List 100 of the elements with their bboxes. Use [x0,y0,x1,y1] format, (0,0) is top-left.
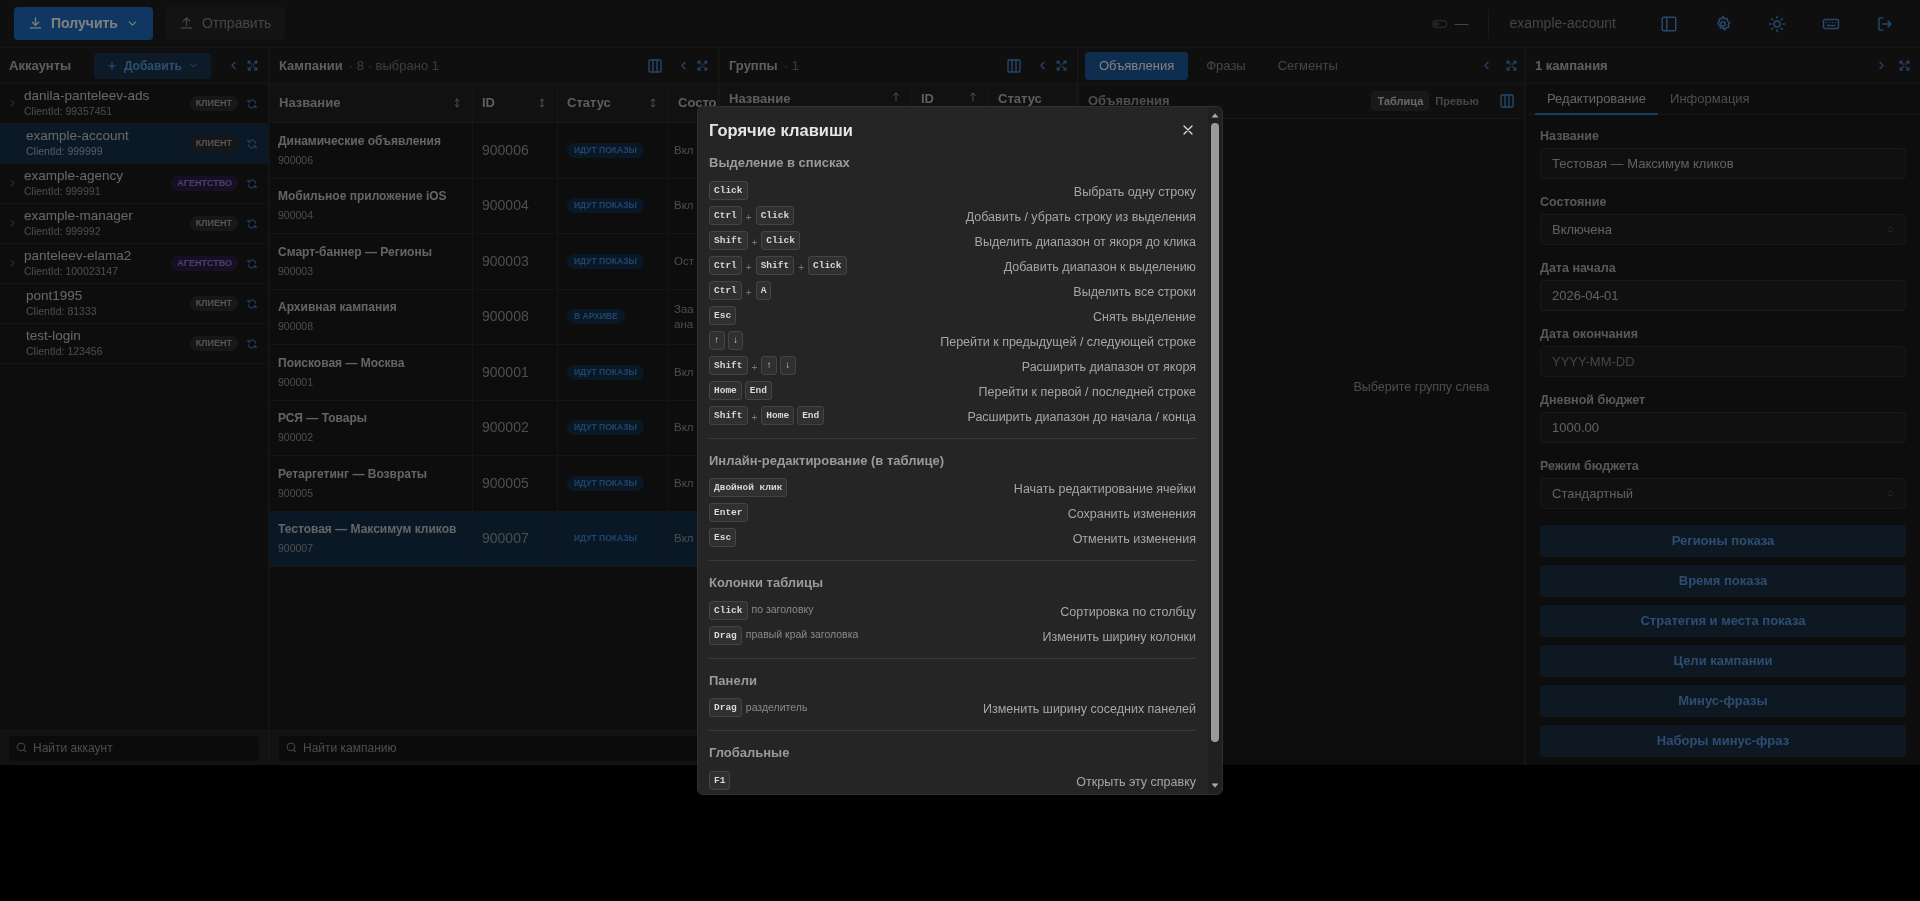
column-header[interactable]: Название [270,84,473,122]
status-tag: ИДУТ ПОКАЗЫ [567,198,644,214]
key-cap: F1 [709,770,731,790]
table-cell-text: 900001 [482,362,529,382]
key-cap: Click [709,180,748,200]
account-row[interactable]: example-agency ClientId: 999991 АГЕНТСТВО [0,164,268,204]
empty-message: Выберите группу слева [1353,378,1490,396]
scrollbar-thumb[interactable] [1211,123,1219,742]
shortcut-description: Сортировка по столбцу [1060,603,1196,621]
refresh-icon[interactable] [246,97,258,110]
scroll-down-icon[interactable] [1210,782,1220,790]
input-field[interactable]: Тестовая — Максимум кликов [1540,148,1906,179]
logout-icon[interactable] [1876,14,1894,33]
campaign-row[interactable]: Поисковая — Москва 900001 900001 ИДУТ ПОКАЗЫ [270,345,669,400]
select-field[interactable]: Включена [1540,214,1906,245]
key-cap: Ctrl [709,280,742,300]
scroll-up-icon[interactable] [1210,111,1220,119]
campaign-row[interactable]: Смарт-баннер — Регионы 900003 900003 ИДУТ ПОКАЗЫ [270,234,669,289]
campaign-row[interactable]: РСЯ — Товары 900002 900002 ИДУТ ПОКАЗЫ [270,400,669,455]
campaign-row[interactable]: Архивная кампания 900008 900008 В АРХИВЕ [270,289,669,344]
key-cap: Ctrl [709,255,742,275]
expand-icon[interactable] [696,59,709,72]
shortcut-description: Перейти к предыдущей / следующей строке [940,333,1196,351]
column-header[interactable]: ID [473,84,558,122]
section-title: Объявления [1088,92,1170,111]
fetch-button[interactable]: Получить [14,7,153,40]
key-cap: ↓ [727,330,744,350]
account-name: example-account [26,127,130,145]
sidebar-icon[interactable] [1660,14,1678,33]
columns-icon[interactable] [647,57,663,74]
account-type-tag: КЛИЕНТ [189,136,238,151]
refresh-icon[interactable] [246,217,258,230]
input-field[interactable]: 2026-04-01 [1540,280,1906,311]
expand-icon[interactable] [1898,59,1911,72]
table-cell: Заа ана [674,301,695,332]
account-row[interactable]: test-login ClientId: 123456 КЛИЕНТ [0,324,268,364]
expand-icon[interactable] [1055,59,1068,72]
tab[interactable]: Информация [1658,84,1762,115]
refresh-icon[interactable] [246,137,258,150]
hint-text: разделитель [745,699,808,715]
key-cap: Home [709,380,742,400]
key-cap: Click [709,600,748,620]
columns-icon[interactable] [1499,93,1515,109]
column-header[interactable]: Статус [558,84,669,122]
table-cell: Вкл [674,475,695,491]
hint-text: правый край заголовка [745,627,859,643]
campaign-row[interactable]: Динамические объявления 900006 900006 ИДУТ ПОКАЗЫ [270,123,669,178]
settings-icon[interactable] [1714,14,1732,33]
plus-sign: + [745,260,752,275]
sun-icon[interactable] [1768,14,1786,33]
campaign-id: 900001 [278,374,314,390]
account-row[interactable]: example-account ClientId: 999999 КЛИЕНТ [0,124,268,164]
table-cell-text: 900007 [482,529,529,549]
search-field[interactable]: Найти аккаунт [9,735,259,761]
campaign-id: 900007 [278,541,314,557]
table-cell: Вкл [674,142,695,158]
panel-title: Группы [729,56,778,75]
action-button[interactable]: Время показа [1540,565,1906,597]
panel-title: 1 кампания [1535,56,1608,75]
shortcut-description: Изменить ширину колонки [1042,628,1196,646]
tab[interactable]: Редактирование [1535,84,1659,115]
campaign-name: Смарт-баннер — Регионы [278,243,432,261]
status-tag: ИДУТ ПОКАЗЫ [567,253,644,269]
account-row[interactable]: pont1995 ClientId: 81333 КЛИЕНТ [0,284,268,324]
shortcut-description: Перейти к первой / последней строке [978,383,1196,401]
key-cap: A [755,280,772,300]
table-cell-text: 900003 [482,251,529,271]
action-button[interactable]: Регионы показа [1540,525,1906,557]
action-button[interactable]: Цели кампании [1540,645,1906,677]
panel-title: Кампании [279,56,343,75]
refresh-icon[interactable] [246,337,258,350]
scrollbar[interactable] [1208,107,1222,794]
action-button[interactable]: Стратегия и места показа [1540,605,1906,637]
campaign-row[interactable]: Мобильное приложение iOS 900004 900004 ИДУТ ПОКАЗЫ [270,178,669,233]
field-label: Состояние [1540,194,1608,210]
view-toggle[interactable]: Таблица [1371,91,1430,111]
table-cell-text: 900008 [482,307,529,327]
campaign-row[interactable]: Ретаргетинг — Возвраты 900005 900005 ИДУТ ПОКАЗЫ [270,456,669,511]
select-field[interactable]: Стандартный [1540,478,1906,509]
account-row[interactable]: panteleev-elama2 ClientId: 100023147 АГЕНТСТВО [0,244,268,284]
key-cap: ↑ [709,330,725,350]
input-field[interactable]: 1000.00 [1540,412,1906,443]
expand-icon[interactable] [246,59,259,72]
account-row[interactable]: example-manager ClientId: 999992 КЛИЕНТ [0,204,268,244]
account-type-tag: КЛИЕНТ [189,296,238,311]
expand-icon[interactable] [1505,59,1518,72]
action-button[interactable]: Минус-фразы [1540,685,1906,717]
columns-icon[interactable] [1006,57,1022,74]
refresh-icon[interactable] [246,257,258,270]
campaign-name: Мобильное приложение iOS [278,188,447,206]
action-button[interactable]: Наборы минус-фраз [1540,725,1906,757]
tab[interactable]: Объявления [1085,51,1189,80]
refresh-icon[interactable] [246,297,258,310]
table-cell-text: 900005 [482,473,529,493]
add-button[interactable]: Добавить [93,52,211,79]
refresh-icon[interactable] [246,177,258,190]
shortcut-description: Выделить диапазон от якоря до клика [974,233,1196,251]
client-id: ClientId: 99357451 [24,104,114,120]
key-cap: Esc [709,528,737,547]
campaign-id: 900005 [278,485,314,501]
